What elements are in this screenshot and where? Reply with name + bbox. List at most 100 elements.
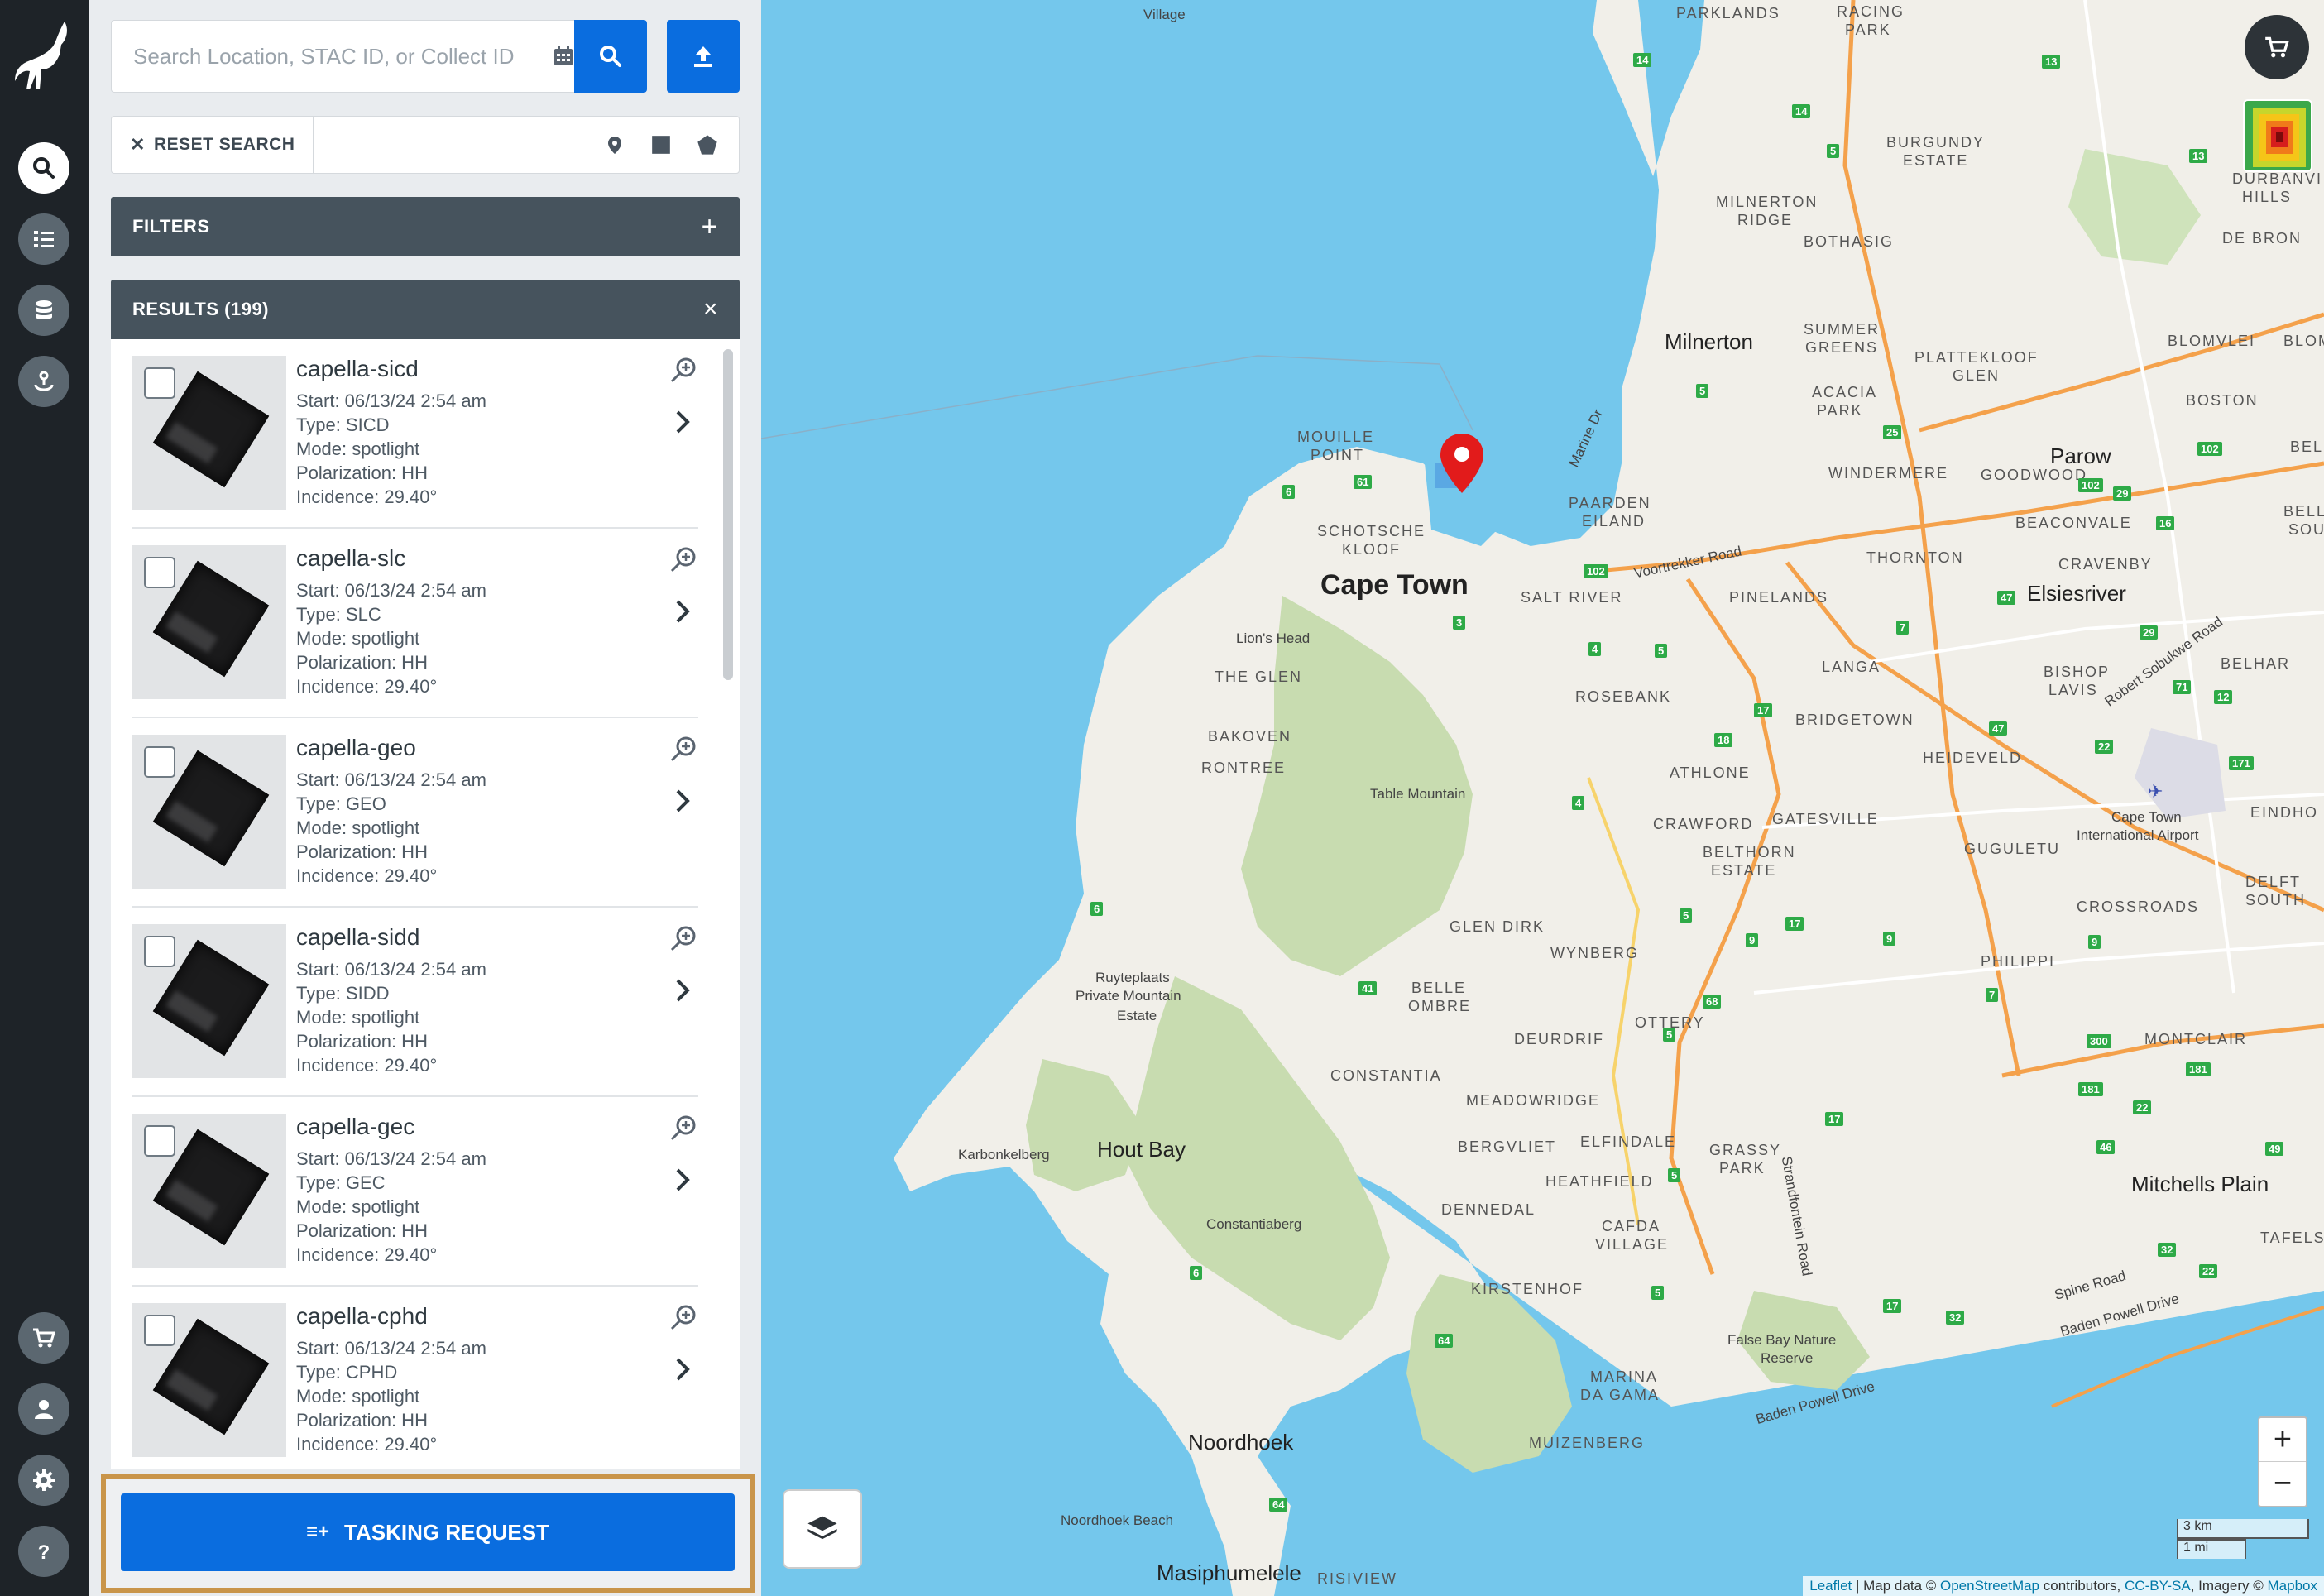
zoom-to-icon[interactable] [668, 1114, 698, 1143]
cart-nav-button[interactable] [18, 1312, 69, 1364]
map-label: Cape Town [2111, 809, 2182, 825]
polygon-draw-icon[interactable] [692, 130, 722, 160]
map-label: ELFINDALE [1580, 1133, 1677, 1150]
result-checkbox[interactable] [144, 1125, 175, 1157]
mapbox-link[interactable]: Mapbox [2268, 1578, 2317, 1594]
leaflet-link[interactable]: Leaflet [1809, 1578, 1852, 1594]
help-nav-button[interactable]: ? [18, 1526, 69, 1577]
map-label: Mitchells Plain [2131, 1172, 2269, 1196]
reset-search-button[interactable]: ✕ RESET SEARCH [112, 117, 314, 173]
map-label: GLEN DIRK [1450, 918, 1545, 935]
road-shield: 47 [1997, 591, 2016, 605]
attribution-text: , Imagery © [2190, 1578, 2268, 1594]
result-card[interactable]: capella-sicd Start: 06/13/24 2:54 am Typ… [132, 339, 698, 529]
zoom-to-icon[interactable] [668, 1303, 698, 1333]
chevron-right-icon[interactable] [670, 1353, 695, 1386]
result-title: capella-sidd [296, 924, 420, 950]
result-checkbox[interactable] [144, 367, 175, 399]
map-label: SOUTH [2245, 892, 2306, 908]
upload-button[interactable] [667, 20, 740, 93]
zoom-out-button[interactable]: − [2259, 1462, 2306, 1506]
result-title: capella-cphd [296, 1303, 428, 1329]
chevron-right-icon[interactable] [670, 974, 695, 1007]
map-label: Parow [2050, 443, 2111, 468]
settings-nav-button[interactable] [18, 1455, 69, 1506]
map-label: International Airport [2077, 827, 2199, 843]
location-pin-icon[interactable] [1437, 432, 1487, 495]
map-label: KIRSTENHOF [1471, 1281, 1584, 1297]
map-label: DA GAMA [1580, 1387, 1660, 1403]
results-scrollbar[interactable] [723, 349, 733, 680]
map-label: BELTHORN [1703, 844, 1796, 860]
map-label: DEURDRIF [1514, 1031, 1604, 1047]
cc-link[interactable]: CC-BY-SA [2125, 1578, 2191, 1594]
cart-icon [33, 1328, 56, 1348]
search-input[interactable] [112, 21, 539, 92]
result-card[interactable]: capella-cphd Start: 06/13/24 2:54 am Typ… [132, 1287, 698, 1469]
result-card[interactable]: capella-geo Start: 06/13/24 2:54 am Type… [132, 718, 698, 908]
map-view[interactable]: Village PARKLANDS RACING PARK BURGUNDY E… [761, 0, 2324, 1596]
result-mode: Mode: spotlight [296, 1386, 420, 1407]
result-checkbox[interactable] [144, 936, 175, 967]
road-shield: 5 [1663, 1028, 1676, 1042]
help-icon: ? [38, 1541, 50, 1564]
result-title: capella-sicd [296, 356, 419, 381]
zoom-in-button[interactable]: + [2259, 1418, 2306, 1462]
map-label: RACING [1837, 3, 1905, 20]
map-label: Karbonkelberg [958, 1147, 1050, 1162]
road-shield: 71 [2173, 680, 2192, 694]
road-shield: 14 [1633, 53, 1652, 67]
road-shield: 13 [2189, 149, 2208, 163]
zoom-to-icon[interactable] [668, 545, 698, 575]
road-shield: 22 [2199, 1264, 2218, 1278]
database-nav-button[interactable] [18, 285, 69, 336]
zoom-to-icon[interactable] [668, 356, 698, 386]
layers-button[interactable] [783, 1489, 862, 1569]
road-shield: 5 [1827, 144, 1840, 158]
list-nav-button[interactable] [18, 213, 69, 265]
filters-header[interactable]: FILTERS + [111, 197, 740, 256]
reset-toolbar: ✕ RESET SEARCH [111, 116, 740, 174]
heatmap-toggle[interactable] [2243, 99, 2312, 172]
results-label: RESULTS (199) [132, 299, 270, 319]
tasking-nav-button[interactable] [18, 356, 69, 407]
square-draw-icon[interactable] [646, 130, 676, 160]
road-shield: 5 [1696, 384, 1709, 398]
scale-bar: 3 km 1 mi [2177, 1519, 2309, 1559]
map-label: DELFT [2245, 874, 2302, 890]
result-card[interactable]: capella-slc Start: 06/13/24 2:54 am Type… [132, 529, 698, 718]
expand-filters-button[interactable]: + [702, 211, 718, 243]
road-shield: 18 [1714, 733, 1733, 747]
chevron-right-icon[interactable] [670, 1163, 695, 1196]
zoom-to-icon[interactable] [668, 735, 698, 764]
map-label: MOUILLE [1297, 429, 1375, 445]
road-shield: 64 [1435, 1334, 1454, 1348]
result-card[interactable]: capella-gec Start: 06/13/24 2:54 am Type… [132, 1097, 698, 1287]
results-list: capella-sicd Start: 06/13/24 2:54 am Typ… [111, 339, 740, 1469]
cart-button[interactable] [2245, 15, 2309, 79]
tasking-request-button[interactable]: ≡+ TASKING REQUEST [121, 1493, 735, 1571]
road-shield: 5 [1680, 908, 1693, 923]
result-checkbox[interactable] [144, 746, 175, 778]
map-label: MEADOWRIDGE [1466, 1092, 1601, 1109]
map-label: SUMMER [1804, 321, 1880, 338]
search-nav-button[interactable] [18, 142, 69, 194]
result-incidence: Incidence: 29.40° [296, 1434, 438, 1455]
search-button[interactable] [574, 20, 647, 93]
chevron-right-icon[interactable] [670, 405, 695, 439]
close-results-button[interactable]: × [703, 295, 718, 324]
chevron-right-icon[interactable] [670, 595, 695, 628]
result-title: capella-slc [296, 545, 406, 571]
chevron-right-icon[interactable] [670, 784, 695, 817]
map-label: GATESVILLE [1772, 811, 1879, 827]
road-shield: 47 [1989, 721, 2008, 736]
result-checkbox[interactable] [144, 1315, 175, 1346]
map-label: Hout Bay [1097, 1137, 1186, 1162]
result-checkbox[interactable] [144, 557, 175, 588]
result-card[interactable]: capella-sidd Start: 06/13/24 2:54 am Typ… [132, 908, 698, 1097]
osm-link[interactable]: OpenStreetMap [1940, 1578, 2039, 1594]
point-draw-icon[interactable] [600, 130, 630, 160]
zoom-to-icon[interactable] [668, 924, 698, 954]
map-label: OMBRE [1408, 998, 1472, 1014]
account-nav-button[interactable] [18, 1383, 69, 1435]
